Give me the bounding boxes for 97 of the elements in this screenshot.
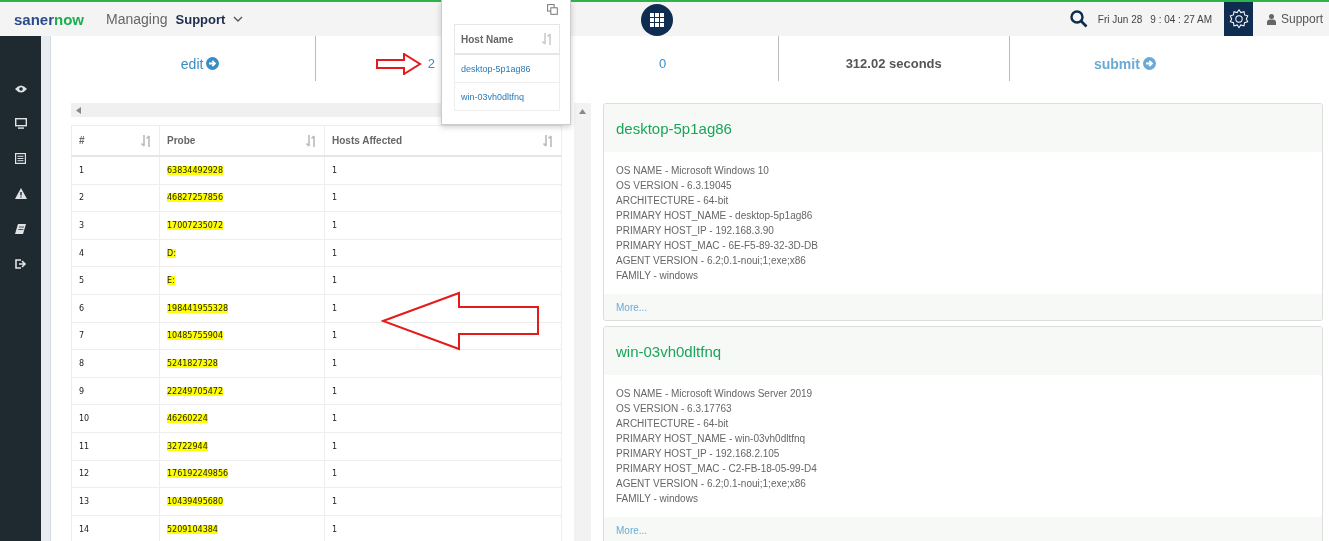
- vertical-scrollbar[interactable]: [574, 103, 591, 541]
- probe-value: 5209104384: [167, 524, 218, 534]
- table-cell: 10: [71, 404, 160, 433]
- settings-icon: [1227, 8, 1250, 30]
- host-detail: PRIMARY HOST_NAME - win-03vh0dltfnq: [616, 432, 807, 446]
- table-cell: 1: [324, 487, 562, 516]
- table-cell: 14: [71, 515, 160, 541]
- logo[interactable]: sanernow: [14, 10, 85, 28]
- host-detail: FAMILY - windows: [616, 269, 699, 283]
- scroll-up-icon[interactable]: [579, 109, 586, 114]
- book-icon[interactable]: [15, 223, 26, 234]
- probe-value: 46827257856: [167, 193, 223, 203]
- table-cell: 13: [71, 487, 160, 516]
- probe-value: D:: [167, 248, 176, 258]
- probe-value: E:: [167, 276, 175, 286]
- host-detail: ARCHITECTURE - 64-bit: [616, 194, 730, 208]
- table-cell: 2: [71, 184, 160, 212]
- search-icon[interactable]: [1069, 10, 1088, 28]
- monitor-icon[interactable]: [14, 118, 27, 129]
- copy-icon[interactable]: [547, 4, 558, 15]
- host-detail: FAMILY - windows: [616, 492, 699, 506]
- table-cell: 1: [324, 460, 562, 488]
- eye-icon[interactable]: [14, 84, 27, 93]
- date-text: Fri Jun 28: [1097, 13, 1143, 25]
- arrow-circle-icon: [206, 57, 220, 70]
- arrow-circle-icon: [1142, 57, 1156, 70]
- table-cell: 7: [71, 322, 160, 350]
- host-detail: AGENT VERSION - 6.2;0.1-noui;1;exe;x86: [616, 477, 807, 491]
- column-header[interactable]: Probe: [159, 125, 325, 156]
- table-cell: 3: [71, 211, 160, 240]
- table-cell: 9: [71, 377, 160, 405]
- table-cell: 1: [324, 184, 562, 212]
- probe-value: 17007235072: [167, 221, 223, 230]
- host-detail: OS VERSION - 6.3.17763: [616, 402, 733, 416]
- sort-icon: [543, 134, 554, 147]
- caret-icon: [233, 16, 244, 22]
- probe-value: 63834492928: [167, 165, 223, 175]
- probe-value: 176192249856: [167, 469, 229, 479]
- table-cell: 12: [71, 460, 160, 488]
- settings-button[interactable]: [1224, 2, 1253, 36]
- table-cell: 1: [324, 239, 562, 267]
- clock-text: 9 : 04 : 27 AM: [1150, 13, 1212, 25]
- summary-link[interactable]: edit: [180, 55, 220, 72]
- table-cell: 1: [324, 322, 562, 350]
- table-cell: 1: [324, 377, 562, 405]
- host-detail: PRIMARY HOST_MAC - C2-FB-18-05-99-D4: [616, 462, 818, 476]
- managing-label: Managing: [106, 11, 168, 27]
- probe-value: 198441955328: [167, 303, 229, 313]
- table-cell: 5: [71, 266, 160, 295]
- host-detail: PRIMARY HOST_IP - 192.168.2.105: [616, 447, 781, 461]
- account-dropdown[interactable]: Support: [175, 11, 244, 27]
- table-cell: 8: [71, 349, 160, 378]
- summary-count[interactable]: 2: [427, 56, 435, 71]
- scroll-left-icon[interactable]: [76, 106, 81, 114]
- table-cell: 1: [324, 349, 562, 378]
- table-cell: 1: [71, 156, 160, 185]
- probe-value: 5241827328: [167, 358, 218, 368]
- host-detail: PRIMARY HOST_NAME - desktop-5p1ag86: [616, 209, 814, 223]
- probe-value: 10439495680: [167, 496, 223, 506]
- summary-link[interactable]: submit: [1093, 55, 1156, 72]
- warning-icon[interactable]: [14, 188, 27, 199]
- column-header[interactable]: #: [71, 125, 160, 156]
- sort-icon: [141, 134, 152, 147]
- column-header[interactable]: Host Name: [454, 24, 560, 54]
- host-name: win-03vh0dltfnq: [616, 342, 722, 360]
- host-detail: AGENT VERSION - 6.2;0.1-noui;1;exe;x86: [616, 254, 807, 268]
- sort-icon: [306, 134, 317, 147]
- host-detail: ARCHITECTURE - 64-bit: [616, 417, 730, 431]
- host-detail: PRIMARY HOST_MAC - 6E-F5-89-32-3D-DB: [616, 239, 819, 253]
- logout-icon[interactable]: [14, 258, 27, 269]
- list-icon[interactable]: [15, 153, 26, 164]
- probe-value: 32722944: [167, 441, 208, 451]
- summary-count[interactable]: 0: [658, 56, 667, 71]
- grid-icon: [649, 13, 664, 27]
- annotation-arrow: [376, 53, 422, 75]
- table-cell: 1: [324, 266, 562, 295]
- host-name: desktop-5p1ag86: [616, 119, 732, 137]
- host-detail: OS NAME - Microsoft Windows Server 2019: [616, 387, 814, 401]
- table-cell: 1: [324, 432, 562, 461]
- table-cell: 6: [71, 294, 160, 323]
- probe-value: 10485755904: [167, 331, 223, 341]
- host-detail: OS NAME - Microsoft Windows 10: [616, 164, 770, 178]
- probe-value: 22249705472: [167, 386, 223, 396]
- table-cell: 11: [71, 432, 160, 461]
- summary-value: 312.02 seconds: [845, 56, 942, 71]
- user-menu[interactable]: Support: [1267, 12, 1329, 26]
- table-cell: 1: [324, 156, 562, 185]
- table-cell: 1: [324, 404, 562, 433]
- table-cell: 1: [324, 294, 562, 323]
- table-cell: 4: [71, 239, 160, 267]
- user-icon: [1267, 13, 1276, 25]
- apps-grid-button[interactable]: [640, 4, 673, 36]
- host-detail: PRIMARY HOST_IP - 192.168.3.90: [616, 224, 775, 238]
- table-cell: 1: [324, 211, 562, 240]
- sort-icon: [542, 33, 553, 45]
- host-detail: OS VERSION - 6.3.19045: [616, 179, 733, 193]
- probe-value: 46260224: [167, 414, 208, 424]
